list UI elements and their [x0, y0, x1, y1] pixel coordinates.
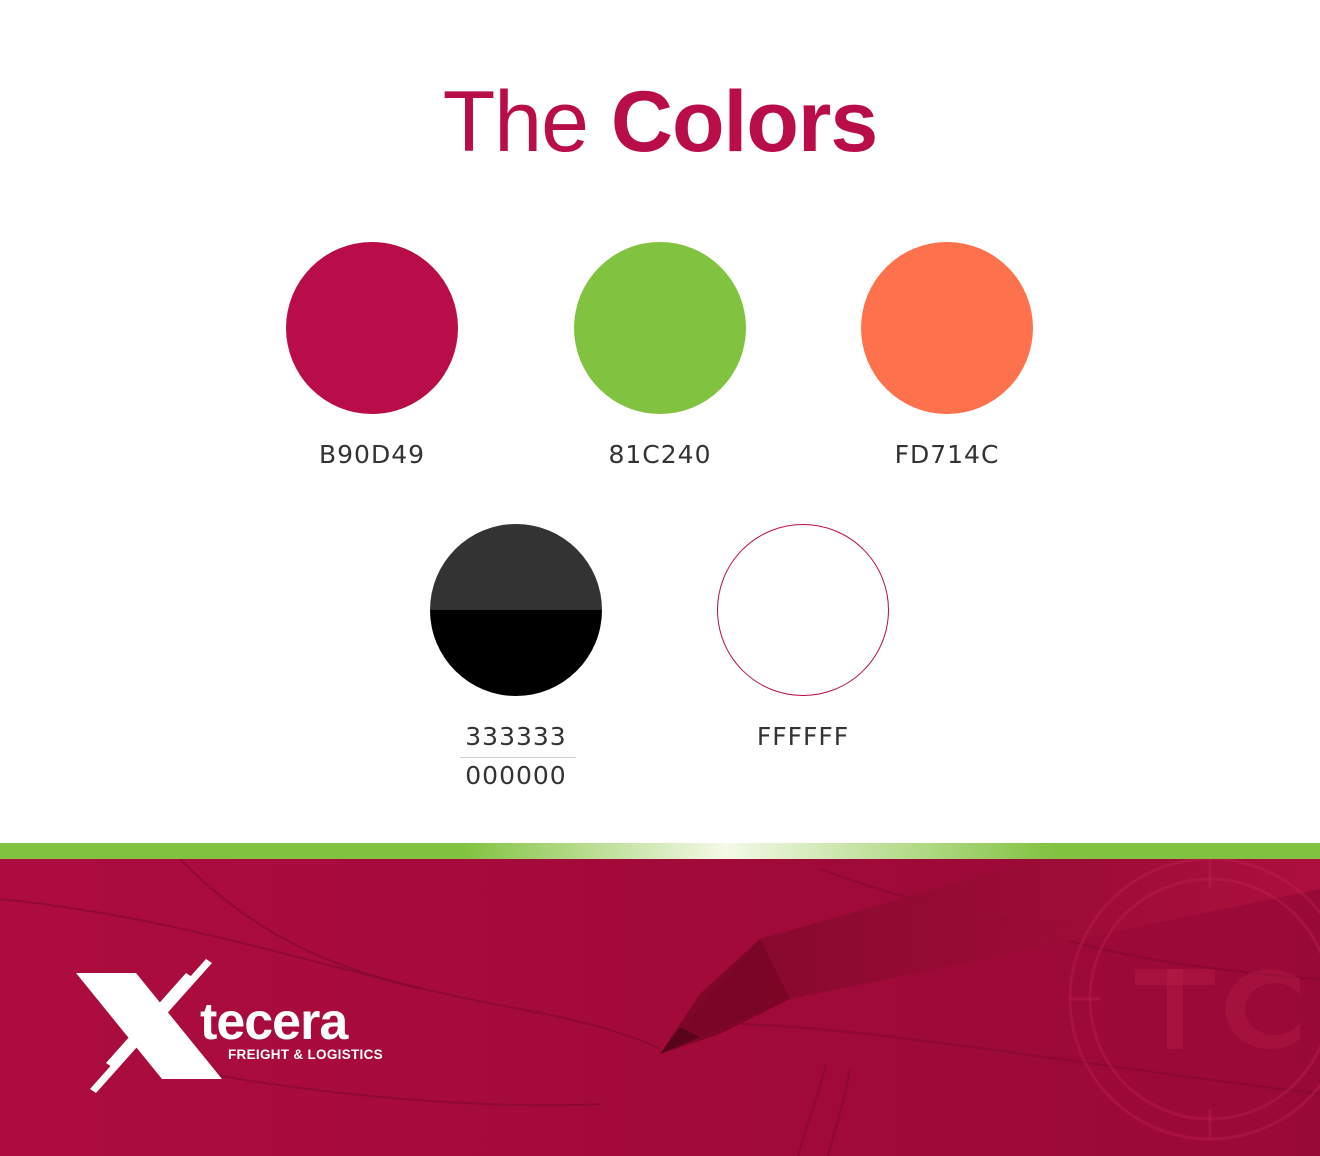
swatch-label-333333: 333333 [465, 722, 567, 751]
swatch-label-81c240: 81C240 [608, 440, 712, 469]
swatch-81c240 [574, 242, 746, 414]
swatch-fd714c [861, 242, 1033, 414]
title-bold: Colors [610, 74, 878, 170]
swatch-ffffff [717, 524, 889, 696]
footer-artwork [0, 859, 1320, 1156]
swatch-b90d49 [286, 242, 458, 414]
swatch-333333-000000 [430, 524, 602, 696]
brand-name: tecera [200, 993, 348, 1051]
swatch-label-divider [460, 757, 576, 758]
swatch-label-b90d49: B90D49 [318, 440, 426, 469]
brand-tagline: FREIGHT & LOGISTICS [228, 1047, 383, 1062]
title-light: The [442, 74, 589, 170]
swatch-half-top [430, 524, 602, 610]
swatch-label-fd714c: FD714C [894, 440, 1000, 469]
green-accent-band [0, 843, 1320, 859]
page-title: The Colors [0, 72, 1320, 172]
swatch-half-bottom [430, 610, 602, 696]
swatch-label-ffffff: FFFFFF [756, 722, 850, 751]
swatch-label-000000: 000000 [465, 761, 567, 790]
footer-banner [0, 859, 1320, 1156]
